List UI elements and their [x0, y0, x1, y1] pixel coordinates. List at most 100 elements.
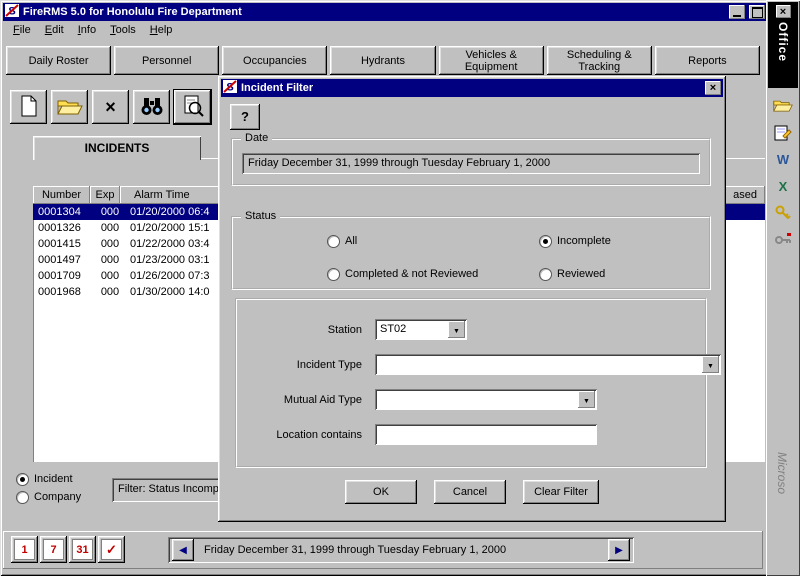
radio-icon: [16, 491, 29, 504]
preview-button[interactable]: [174, 90, 211, 124]
nav-tab-reports[interactable]: Reports: [655, 46, 760, 75]
menu-tools[interactable]: Tools: [103, 22, 143, 38]
dropdown-arrow-icon[interactable]: [578, 391, 595, 408]
dialog-title: Incident Filter: [241, 82, 701, 94]
menu-file[interactable]: File: [6, 22, 38, 38]
maximize-icon: [752, 7, 763, 18]
radio-icon: [539, 268, 552, 281]
mutual-aid-row: Mutual Aid Type: [237, 389, 705, 410]
new-document-button[interactable]: [10, 90, 47, 124]
help-icon: [241, 110, 249, 124]
tab-incidents[interactable]: INCIDENTS: [33, 136, 201, 160]
incident-type-label: Incident Type: [247, 359, 375, 371]
find-button[interactable]: [133, 90, 170, 124]
incident-type-row: Incident Type: [237, 354, 705, 375]
menu-help[interactable]: Help: [143, 22, 180, 38]
dialog-titlebar[interactable]: S Incident Filter: [221, 79, 723, 97]
column-header-exp[interactable]: Exp: [90, 186, 120, 204]
nav-tab-daily-roster[interactable]: Daily Roster: [6, 46, 111, 75]
cell-exp: 000: [95, 204, 125, 220]
status-radio-group: All Incomplete Completed & not ReviewedRev…: [233, 218, 709, 283]
office-shortcut-bar: Office Microso: [766, 0, 800, 576]
close-icon: [710, 82, 716, 94]
radio-label: Company: [34, 491, 81, 503]
new-document-icon: [20, 95, 38, 120]
firerms-logo-icon: S: [223, 80, 237, 96]
view-option-company[interactable]: Company: [16, 488, 81, 506]
column-header-number[interactable]: Number: [33, 186, 90, 204]
delete-button[interactable]: [92, 90, 129, 124]
cell-exp: 000: [95, 220, 125, 236]
status-option-reviewed[interactable]: Reviewed: [539, 265, 709, 283]
nav-tab-occupancies[interactable]: Occupancies: [222, 46, 327, 75]
ok-button[interactable]: OK: [345, 480, 417, 504]
note-edit-icon[interactable]: [771, 121, 795, 143]
custom-range-button[interactable]: [98, 536, 125, 563]
word-icon[interactable]: [771, 148, 795, 170]
cell-number: 0001709: [33, 268, 95, 284]
dropdown-arrow-icon[interactable]: [702, 356, 719, 373]
radio-label: Incident: [34, 473, 73, 485]
excel-icon[interactable]: [771, 175, 795, 197]
next-range-button[interactable]: [608, 539, 630, 561]
menu-info[interactable]: Info: [71, 22, 103, 38]
previous-range-button[interactable]: [172, 539, 194, 561]
cell-exp: 000: [95, 236, 125, 252]
binoculars-icon: [140, 95, 164, 120]
dialog-close-button[interactable]: [705, 81, 721, 95]
preview-magnifier-icon: [182, 95, 204, 120]
radio-icon: [16, 473, 29, 486]
cell-number: 0001968: [33, 284, 95, 300]
day-view-button[interactable]: 1: [11, 536, 38, 563]
view-radio-group: Incident Company: [16, 470, 81, 506]
firerms-logo-icon: S: [5, 4, 19, 20]
screen: S FireRMS 5.0 for Honolulu Fire Departme…: [0, 0, 800, 576]
view-option-incident[interactable]: Incident: [16, 470, 81, 488]
status-group: Status AllIncompleteCompleted & not Revi…: [231, 216, 711, 290]
nav-tab-personnel[interactable]: Personnel: [114, 46, 219, 75]
calendar-7-icon: 7: [43, 539, 64, 560]
station-dropdown[interactable]: ST02: [375, 319, 467, 340]
radio-icon: [327, 235, 340, 248]
help-button[interactable]: [230, 104, 260, 130]
radio-label: Incomplete: [557, 235, 611, 247]
dropdown-arrow-icon[interactable]: [448, 321, 465, 338]
minimize-button[interactable]: [729, 5, 745, 19]
location-contains-input[interactable]: [375, 424, 597, 445]
radio-icon: [327, 268, 340, 281]
window-titlebar[interactable]: S FireRMS 5.0 for Honolulu Fire Departme…: [3, 3, 767, 21]
date-group-label: Date: [241, 132, 272, 144]
menu-edit[interactable]: Edit: [38, 22, 71, 38]
check-calendar-icon: [101, 539, 122, 560]
nav-tab-vehicles-equipment[interactable]: Vehicles & Equipment: [439, 46, 544, 75]
status-option-completed-not-reviewed[interactable]: Completed & not Reviewed: [327, 265, 539, 283]
maximize-button[interactable]: [749, 5, 765, 19]
open-folder-icon: [57, 96, 83, 119]
folder-icon[interactable]: [771, 94, 795, 116]
minimize-icon: [733, 15, 741, 17]
cell-number: 0001326: [33, 220, 95, 236]
office-bar-header: Office: [768, 2, 798, 88]
month-view-button[interactable]: 31: [69, 536, 96, 563]
menu-bar: FileEditInfoToolsHelp: [3, 21, 766, 39]
access-key-icon[interactable]: [771, 229, 795, 251]
office-close-button[interactable]: [776, 5, 791, 18]
close-icon: [780, 6, 786, 18]
location-row: Location contains: [237, 424, 705, 445]
week-view-button[interactable]: 7: [40, 536, 67, 563]
nav-tab-scheduling-tracking[interactable]: Scheduling & Tracking: [547, 46, 652, 75]
incident-type-dropdown[interactable]: [375, 354, 721, 375]
radio-icon: [539, 235, 552, 248]
status-option-all[interactable]: All: [327, 232, 539, 250]
status-group-label: Status: [241, 210, 280, 222]
nav-tab-hydrants[interactable]: Hydrants: [330, 46, 435, 75]
status-option-incomplete[interactable]: Incomplete: [539, 232, 709, 250]
cancel-button[interactable]: Cancel: [434, 480, 506, 504]
keys-icon[interactable]: [771, 202, 795, 224]
mutual-aid-dropdown[interactable]: [375, 389, 597, 410]
calendar-button-group: 1 7 31: [11, 536, 125, 563]
clear-filter-button[interactable]: Clear Filter: [523, 480, 599, 504]
date-range-panel: Friday December 31, 1999 through Tuesday…: [168, 537, 634, 563]
filter-fields-group: Station ST02 Incident Type Mutual Aid Ty…: [235, 298, 707, 468]
open-button[interactable]: [51, 90, 88, 124]
